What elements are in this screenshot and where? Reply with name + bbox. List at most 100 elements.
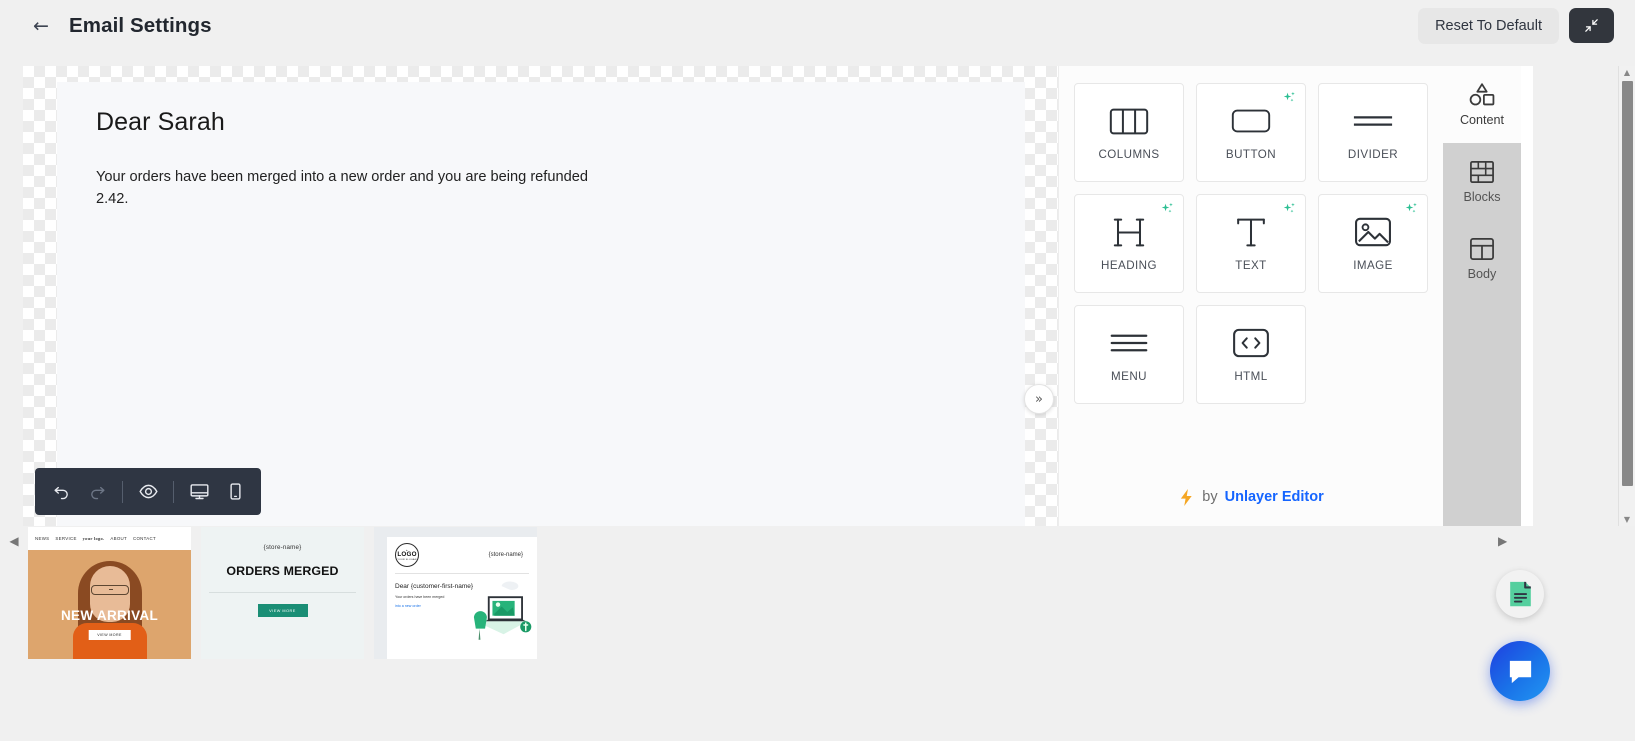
tile-menu[interactable]: MENU <box>1074 305 1184 404</box>
email-canvas[interactable]: Dear Sarah Your orders have been merged … <box>23 66 1058 526</box>
tab-body[interactable]: Body <box>1443 220 1521 297</box>
thumb1-nav-item: CONTACT <box>133 536 156 541</box>
thumbnails-next-button[interactable]: ▶ <box>1498 534 1507 548</box>
ai-sparkle-icon <box>1282 91 1297 111</box>
tile-label: TEXT <box>1235 258 1267 272</box>
unlayer-by-text: by <box>1202 489 1218 505</box>
scrollbar-thumb[interactable] <box>1621 81 1633 486</box>
thumb2-store: {store-name} <box>263 544 302 551</box>
desktop-button[interactable] <box>182 475 216 509</box>
toolbar-divider <box>122 480 123 503</box>
ai-sparkle-icon <box>1160 202 1175 222</box>
tile-label: HTML <box>1234 369 1268 383</box>
text-icon <box>1235 216 1267 249</box>
tile-label: HEADING <box>1101 258 1157 272</box>
image-icon <box>1354 216 1392 249</box>
columns-icon <box>1109 105 1149 138</box>
preview-button[interactable] <box>131 475 165 509</box>
thumb3-store: {store-name} <box>488 552 523 558</box>
collapse-arrows-icon <box>1585 19 1598 32</box>
thumbnails-prev-button[interactable]: ◀ <box>0 527 28 687</box>
list-item[interactable]: NEWS SERVICE your logo. ABOUT CONTACT NE… <box>28 527 191 659</box>
desktop-icon <box>189 484 209 500</box>
lightning-bolt-icon <box>1181 488 1192 506</box>
thumb3-logo-sub: YOUR SLOGAN <box>397 558 417 561</box>
list-item[interactable]: ★ LOGO YOUR SLOGAN {store-name} Dear {cu… <box>374 527 537 659</box>
chevron-double-right-icon: » <box>1035 391 1043 407</box>
list-item[interactable]: {store-name} ORDERS MERGED VIEW MORE <box>201 527 364 659</box>
tile-text[interactable]: TEXT <box>1196 194 1306 293</box>
header-actions: Reset To Default <box>1418 7 1614 44</box>
content-tool-panel: COLUMNS BUTTON DIVIDER HEADING TEXT IMAG… <box>1058 66 1443 526</box>
menu-icon <box>1109 327 1149 360</box>
shapes-icon <box>1469 83 1495 106</box>
back-arrow-icon[interactable]: ← <box>30 15 52 37</box>
email-body[interactable]: Dear Sarah Your orders have been merged … <box>57 82 1025 526</box>
canvas-toolbar <box>35 468 261 515</box>
panel-tab-rail: Content Blocks Body <box>1435 66 1521 526</box>
tile-columns[interactable]: COLUMNS <box>1074 83 1184 182</box>
thumb3-card: ★ LOGO YOUR SLOGAN {store-name} Dear {cu… <box>387 537 537 659</box>
tab-label: Body <box>1467 266 1497 281</box>
scroll-down-button[interactable]: ▼ <box>1624 513 1630 526</box>
tile-label: IMAGE <box>1353 258 1393 272</box>
thumb2-title: ORDERS MERGED <box>226 564 339 578</box>
tile-image[interactable]: IMAGE <box>1318 194 1428 293</box>
chat-bubble-icon <box>1509 660 1531 683</box>
toolbar-divider <box>173 480 174 503</box>
tab-content[interactable]: Content <box>1435 66 1521 143</box>
template-thumbnail-strip: ◀ NEWS SERVICE your logo. ABOUT CONTACT … <box>0 527 1500 687</box>
chat-fab-button[interactable] <box>1490 641 1550 701</box>
tile-label: BUTTON <box>1225 147 1277 161</box>
email-editor: Dear Sarah Your orders have been merged … <box>23 66 1533 526</box>
app-header: ← Email Settings Reset To Default <box>0 0 1635 51</box>
undo-button[interactable] <box>44 475 78 509</box>
email-greeting[interactable]: Dear Sarah <box>96 107 986 138</box>
eye-icon <box>138 484 158 499</box>
undo-icon <box>53 486 68 500</box>
thumb2-card: {store-name} ORDERS MERGED VIEW MORE <box>201 530 364 617</box>
docs-fab-button[interactable] <box>1496 570 1544 618</box>
ai-sparkle-icon <box>1404 202 1419 222</box>
scroll-up-button[interactable]: ▲ <box>1624 66 1630 79</box>
tab-blocks[interactable]: Blocks <box>1443 143 1521 220</box>
thumb1-hero: NEW ARRIVAL VIEW MORE <box>28 550 191 659</box>
panel-scrollbar[interactable]: ▲ ▼ <box>1618 66 1635 526</box>
thumb1-logo: your logo. <box>82 536 105 541</box>
heading-icon <box>1113 216 1145 249</box>
button-icon <box>1230 105 1272 138</box>
divider-icon <box>1352 105 1394 138</box>
code-icon <box>1232 327 1270 360</box>
document-icon <box>1509 581 1531 607</box>
thumb1-cta: VIEW MORE <box>88 630 131 640</box>
page-title: Email Settings <box>69 13 212 37</box>
thumb1-nav-item: SERVICE <box>55 536 77 541</box>
expand-panel-button[interactable]: » <box>1024 384 1054 414</box>
tab-label: Blocks <box>1463 189 1501 204</box>
thumb1-nav-item: ABOUT <box>110 536 127 541</box>
email-body-text[interactable]: Your orders have been merged into a new … <box>96 167 612 211</box>
mobile-button[interactable] <box>218 475 252 509</box>
thumb2-cta: VIEW MORE <box>257 604 308 617</box>
tab-label: Content <box>1459 113 1505 127</box>
mobile-icon <box>229 483 241 500</box>
bricks-icon <box>1470 160 1494 183</box>
thumb3-header: ★ LOGO YOUR SLOGAN {store-name} <box>387 537 537 567</box>
collapse-button[interactable] <box>1569 8 1614 43</box>
tile-button[interactable]: BUTTON <box>1196 83 1306 182</box>
thumb1-nav-item: NEWS <box>35 536 50 541</box>
tile-divider[interactable]: DIVIDER <box>1318 83 1428 182</box>
redo-button[interactable] <box>80 475 114 509</box>
thumb2-divider <box>209 592 356 593</box>
layout-icon <box>1470 237 1494 260</box>
tile-label: COLUMNS <box>1098 147 1160 161</box>
thumb1-model-image <box>72 555 147 659</box>
unlayer-editor-link[interactable]: Unlayer Editor <box>1225 489 1324 505</box>
tile-html[interactable]: HTML <box>1196 305 1306 404</box>
reset-to-default-button[interactable]: Reset To Default <box>1418 7 1559 44</box>
redo-icon <box>90 486 105 500</box>
content-tile-grid: COLUMNS BUTTON DIVIDER HEADING TEXT IMAG… <box>1059 66 1443 468</box>
tile-heading[interactable]: HEADING <box>1074 194 1184 293</box>
thumb3-illustration <box>473 581 532 640</box>
thumb3-logo: ★ LOGO YOUR SLOGAN <box>395 543 419 567</box>
